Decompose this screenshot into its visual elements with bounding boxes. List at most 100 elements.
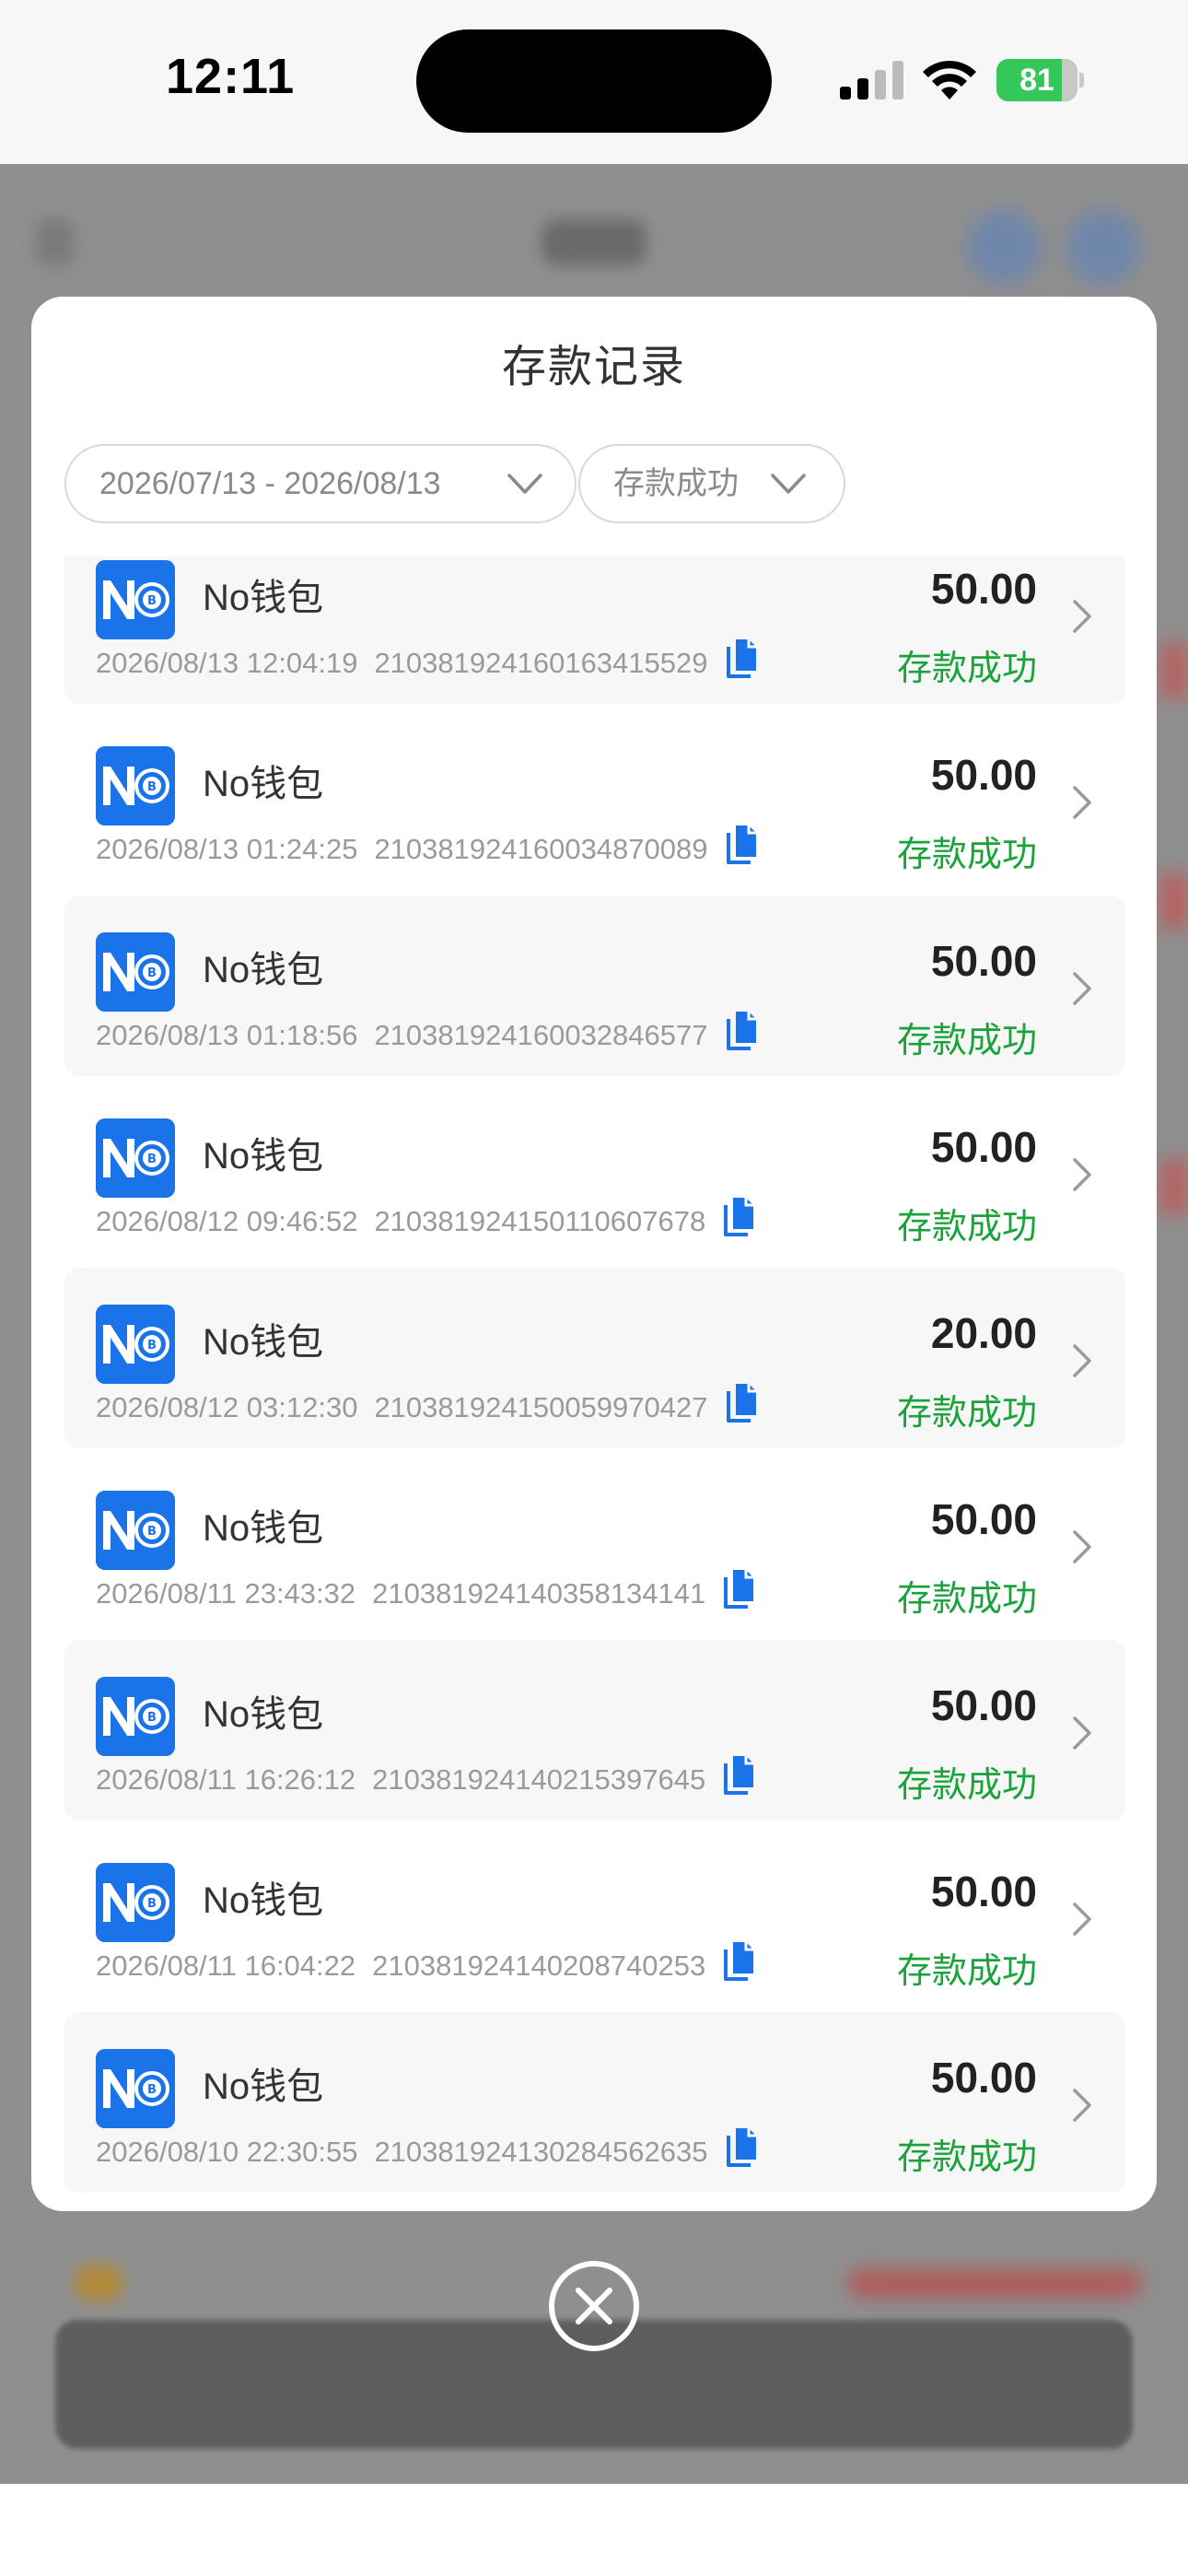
no-wallet-logo-icon: B bbox=[96, 1491, 175, 1570]
chevron-right-icon bbox=[1073, 600, 1091, 633]
status-bar: 12:11 81 bbox=[0, 0, 1188, 164]
copy-icon[interactable] bbox=[722, 1196, 757, 1238]
background-back-button bbox=[37, 219, 74, 265]
wifi-icon bbox=[923, 60, 976, 100]
record-meta: 2026/08/12 09:46:52 210381924150110607678 bbox=[96, 1205, 705, 1238]
deposit-status: 存款成功 bbox=[896, 2138, 1037, 2177]
wallet-name: No钱包 bbox=[203, 1508, 324, 1549]
deposit-record-row[interactable]: B No钱包 2026/08/13 01:24:25 2103819241600348… bbox=[64, 709, 1125, 890]
status-filter[interactable]: 存款成功 bbox=[578, 444, 845, 523]
deposit-status: 存款成功 bbox=[896, 836, 1037, 874]
record-meta: 2026/08/13 12:04:19 210381924160163415529 bbox=[96, 647, 708, 680]
background-icon bbox=[967, 210, 1041, 284]
deposit-record-row[interactable]: B No钱包 2026/08/11 23:43:32 2103819241403581… bbox=[64, 1454, 1125, 1634]
record-datetime: 2026/08/12 09:46:52 bbox=[96, 1205, 358, 1237]
record-meta: 2026/08/13 01:24:25 210381924160034870089 bbox=[96, 833, 708, 866]
svg-text:B: B bbox=[147, 594, 157, 608]
deposit-amount: 50.00 bbox=[930, 1681, 1037, 1729]
copy-icon[interactable] bbox=[722, 1568, 757, 1610]
chevron-right-icon bbox=[1073, 2089, 1091, 2122]
wallet-name: No钱包 bbox=[203, 1322, 324, 1363]
deposit-record-row[interactable]: B No钱包 2026/08/13 01:18:56 2103819241600328… bbox=[64, 896, 1125, 1076]
chevron-right-icon bbox=[1073, 972, 1091, 1005]
chevron-right-icon bbox=[1073, 1716, 1091, 1750]
home-indicator-area bbox=[0, 2484, 1188, 2576]
record-datetime: 2026/08/13 01:24:25 bbox=[96, 833, 358, 865]
date-range-value: 2026/07/13 - 2026/08/13 bbox=[99, 466, 441, 501]
record-meta: 2026/08/11 16:26:12 210381924140215397645 bbox=[96, 1763, 705, 1797]
deposit-amount: 50.00 bbox=[930, 1868, 1037, 1915]
svg-text:B: B bbox=[147, 780, 157, 794]
deposit-record-list[interactable]: B No钱包 2026/08/13 12:04:19 2103819241601634… bbox=[31, 556, 1157, 2195]
chevron-right-icon bbox=[1073, 1903, 1091, 1936]
deposit-amount: 50.00 bbox=[930, 1123, 1037, 1171]
no-wallet-logo-icon: B bbox=[96, 560, 175, 639]
record-meta: 2026/08/10 22:30:55 210381924130284562635 bbox=[96, 2136, 708, 2169]
deposit-status: 存款成功 bbox=[896, 1952, 1037, 1991]
no-wallet-logo-icon: B bbox=[96, 746, 175, 825]
deposit-records-modal: 存款记录 2026/07/13 - 2026/08/13 存款成功 B No钱包 2… bbox=[31, 297, 1157, 2211]
deposit-amount: 20.00 bbox=[930, 1309, 1037, 1357]
close-icon[interactable] bbox=[547, 2259, 641, 2353]
deposit-record-row[interactable]: B No钱包 2026/08/11 16:04:22 2103819241402087… bbox=[64, 1826, 1125, 2007]
wallet-name: No钱包 bbox=[203, 2067, 324, 2107]
deposit-status: 存款成功 bbox=[896, 1394, 1037, 1433]
svg-text:B: B bbox=[147, 1153, 157, 1166]
copy-icon[interactable] bbox=[725, 638, 760, 680]
deposit-status: 存款成功 bbox=[896, 1022, 1037, 1060]
chevron-down-icon bbox=[771, 474, 806, 494]
copy-icon[interactable] bbox=[722, 1940, 757, 1983]
record-datetime: 2026/08/11 23:43:32 bbox=[96, 1577, 356, 1610]
deposit-record-row[interactable]: B No钱包 2026/08/11 16:26:12 2103819241402153… bbox=[64, 1640, 1125, 1821]
record-datetime: 2026/08/13 01:18:56 bbox=[96, 1019, 358, 1051]
dynamic-island bbox=[416, 29, 772, 133]
modal-title: 存款记录 bbox=[501, 343, 686, 392]
wallet-name: No钱包 bbox=[203, 764, 324, 804]
deposit-record-row[interactable]: B No钱包 2026/08/10 22:30:55 2103819241302845… bbox=[64, 2012, 1125, 2193]
copy-icon[interactable] bbox=[725, 824, 760, 866]
transaction-id: 210381924140358134141 bbox=[372, 1577, 706, 1610]
battery-indicator: 81 bbox=[996, 59, 1084, 101]
record-datetime: 2026/08/11 16:04:22 bbox=[96, 1950, 356, 1982]
chevron-right-icon bbox=[1073, 786, 1091, 819]
deposit-record-row[interactable]: B No钱包 2026/08/12 09:46:52 2103819241501106… bbox=[64, 1082, 1125, 1262]
record-datetime: 2026/08/11 16:26:12 bbox=[96, 1763, 356, 1796]
cellular-signal-icon bbox=[840, 61, 903, 100]
wallet-name: No钱包 bbox=[203, 1880, 324, 1921]
no-wallet-logo-icon: B bbox=[96, 932, 175, 1012]
copy-icon[interactable] bbox=[722, 1754, 757, 1797]
svg-text:B: B bbox=[147, 2083, 157, 2097]
deposit-status: 存款成功 bbox=[896, 1766, 1037, 1805]
deposit-amount: 50.00 bbox=[930, 1495, 1037, 1543]
copy-icon[interactable] bbox=[725, 1010, 760, 1052]
wallet-name: No钱包 bbox=[203, 950, 324, 990]
wallet-name: No钱包 bbox=[203, 1136, 324, 1177]
copy-icon[interactable] bbox=[725, 2126, 760, 2169]
no-wallet-logo-icon: B bbox=[96, 1305, 175, 1384]
deposit-amount: 50.00 bbox=[930, 565, 1037, 613]
chevron-right-icon bbox=[1073, 1344, 1091, 1377]
transaction-id: 210381924160032846577 bbox=[374, 1019, 708, 1051]
transaction-id: 210381924160034870089 bbox=[374, 833, 708, 865]
status-filter-value: 存款成功 bbox=[613, 466, 739, 501]
no-wallet-logo-icon: B bbox=[96, 2049, 175, 2128]
deposit-record-row[interactable]: B No钱包 2026/08/13 12:04:19 2103819241601634… bbox=[64, 556, 1125, 704]
record-datetime: 2026/08/10 22:30:55 bbox=[96, 2136, 358, 2168]
copy-icon[interactable] bbox=[725, 1382, 760, 1424]
wallet-name: No钱包 bbox=[203, 1694, 324, 1735]
record-meta: 2026/08/13 01:18:56 210381924160032846577 bbox=[96, 1019, 708, 1052]
transaction-id: 210381924150110607678 bbox=[374, 1205, 706, 1237]
svg-text:B: B bbox=[147, 1339, 157, 1352]
transaction-id: 210381924140215397645 bbox=[372, 1763, 706, 1796]
deposit-status: 存款成功 bbox=[896, 650, 1037, 688]
date-range-filter[interactable]: 2026/07/13 - 2026/08/13 bbox=[64, 444, 577, 523]
deposit-status: 存款成功 bbox=[896, 1580, 1037, 1619]
wallet-name: No钱包 bbox=[203, 578, 324, 618]
svg-text:B: B bbox=[147, 1897, 157, 1911]
background-page-title bbox=[542, 219, 646, 265]
deposit-amount: 50.00 bbox=[930, 2054, 1037, 2102]
no-wallet-logo-icon: B bbox=[96, 1863, 175, 1942]
transaction-id: 210381924160163415529 bbox=[374, 647, 708, 679]
record-meta: 2026/08/11 23:43:32 210381924140358134141 bbox=[96, 1577, 705, 1610]
deposit-record-row[interactable]: B No钱包 2026/08/12 03:12:30 2103819241500599… bbox=[64, 1268, 1125, 1448]
